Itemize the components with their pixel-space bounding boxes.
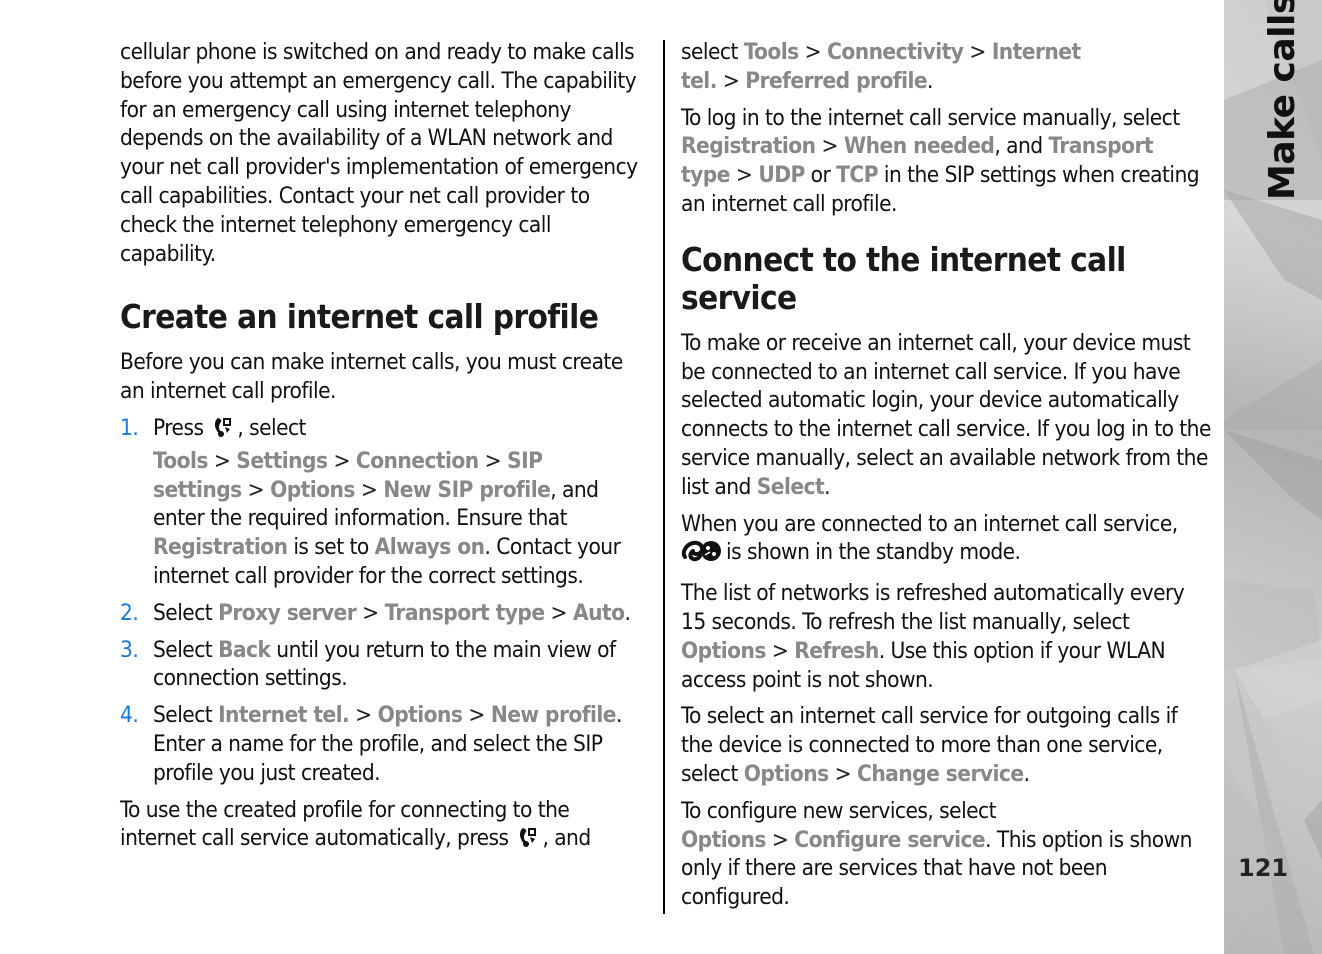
left-column: cellular phone is switched on and ready … <box>120 38 650 865</box>
paragraph-preferred-profile: select Tools > Connectivity > Internet tel. >… <box>681 39 1081 94</box>
step-4: 4. Select Internet tel. > Options > New prof… <box>120 702 622 786</box>
paragraph-configure-service: To configure new services, select Option… <box>681 797 1192 911</box>
paragraph-refresh: The list of networks is refreshed automa… <box>681 580 1185 693</box>
internet-call-icon <box>681 539 723 571</box>
outro-paragraph: To use the created profile for connectin… <box>120 796 650 858</box>
step-number: 4. <box>120 702 139 729</box>
page-number: 121 <box>1238 854 1289 882</box>
step-1: 1. Press , select Tools > Settings > Connect… <box>120 414 621 589</box>
lead-paragraph: Before you can make internet calls, you … <box>120 349 623 405</box>
paragraph-standby-indicator: When you are connected to an internet ca… <box>681 510 1213 572</box>
step-3: 3. Select Back until you return to the m… <box>120 636 616 692</box>
step-number: 3. <box>120 636 139 663</box>
paragraph-manual-login: To log in to the internet call service m… <box>681 104 1200 217</box>
paragraph-connect: To make or receive an internet call, you… <box>681 329 1211 500</box>
column-divider <box>663 40 665 914</box>
chapter-side-tab: Make calls 121 <box>1224 0 1322 954</box>
step-number: 1. <box>120 414 139 441</box>
steps-list: 1. Press , select Tools > Settings > Connect… <box>120 414 650 788</box>
step-2: 2. Select Proxy server > Transport type > Au… <box>120 599 631 626</box>
menu-key-icon <box>212 415 234 447</box>
intro-paragraph: cellular phone is switched on and ready … <box>120 39 638 267</box>
chapter-title: Make calls <box>1262 0 1303 200</box>
section-heading-connect-service: Connect to the internet call service <box>681 239 1126 317</box>
step-number: 2. <box>120 599 139 626</box>
paragraph-change-service: To select an internet call service for o… <box>681 703 1178 787</box>
section-heading-create-profile: Create an internet call profile <box>120 297 599 337</box>
menu-key-icon <box>517 825 539 857</box>
right-column: select Tools > Connectivity > Internet tel. >… <box>681 38 1213 920</box>
